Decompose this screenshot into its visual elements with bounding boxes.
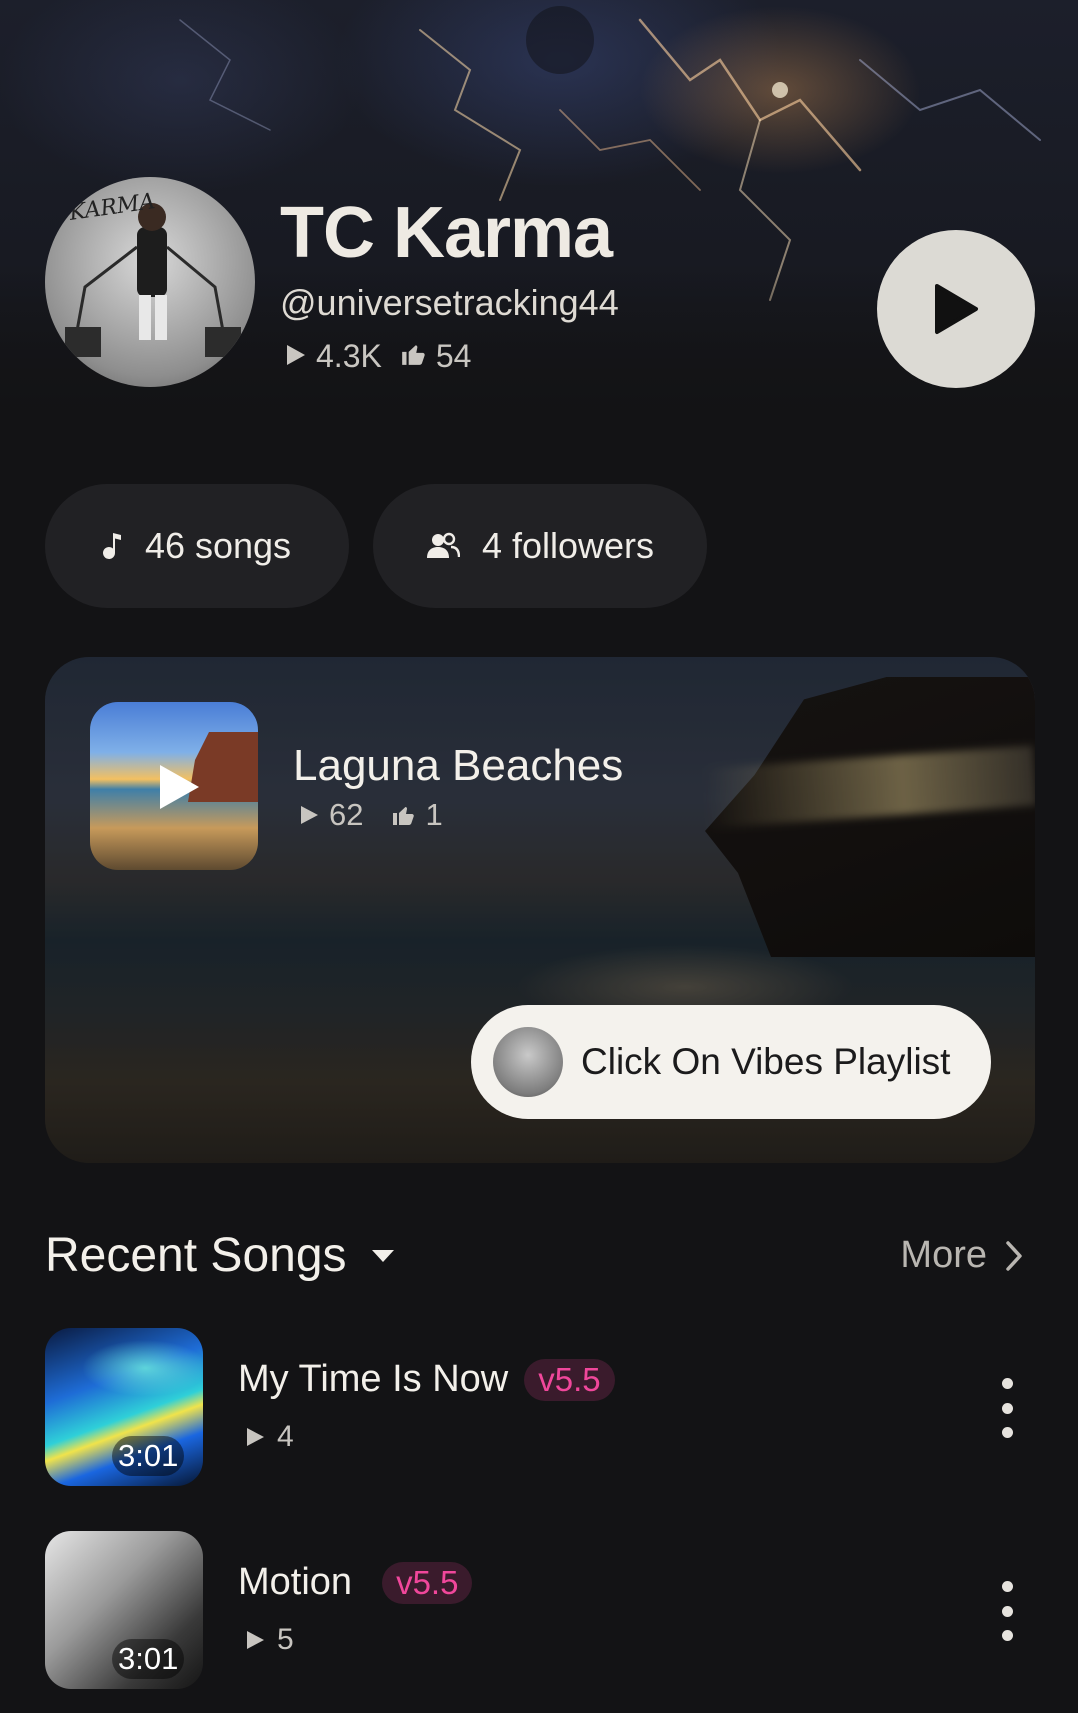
- more-label: More: [900, 1234, 987, 1276]
- more-songs-link[interactable]: More: [900, 1234, 1023, 1277]
- song-plays: 4: [245, 1420, 294, 1454]
- vibes-playlist-button[interactable]: Click On Vibes Playlist: [471, 1005, 991, 1119]
- songs-count-chip[interactable]: 46 songs: [45, 484, 349, 608]
- playlist-avatar: [493, 1027, 563, 1097]
- song-play-count: 4: [277, 1420, 294, 1453]
- artist-stats: 4.3K 54: [284, 338, 471, 375]
- featured-song-card[interactable]: Laguna Beaches 62 1 Click On Vibes Playl…: [45, 657, 1035, 1163]
- thumbs-up-icon: [391, 803, 415, 827]
- recent-songs-title: Recent Songs: [45, 1229, 347, 1282]
- play-icon: [160, 765, 199, 809]
- song-row[interactable]: 3:01 My Time Is Now v5.5 4: [45, 1328, 1035, 1486]
- song-plays: 5: [245, 1623, 294, 1657]
- chevron-right-icon: [1005, 1240, 1023, 1272]
- artist-handle: @universetracking44: [280, 282, 619, 323]
- users-icon: [426, 532, 460, 560]
- song-title-row[interactable]: Motion v5.5: [238, 1561, 473, 1604]
- artist-like-count: 54: [435, 338, 472, 374]
- song-duration: 3:01: [112, 1436, 185, 1476]
- song-title: My Time Is Now: [238, 1358, 509, 1400]
- featured-song-cover[interactable]: [90, 702, 258, 870]
- thumbs-up-icon: [400, 338, 426, 375]
- song-cover[interactable]: 3:01: [45, 1531, 203, 1689]
- followers-count-label: 4 followers: [481, 525, 655, 566]
- featured-play-count: 62: [329, 797, 364, 832]
- play-count-icon: [245, 1629, 265, 1651]
- song-duration: 3:01: [112, 1639, 185, 1679]
- caret-down-icon: [371, 1249, 395, 1263]
- songs-count-label: 46 songs: [144, 525, 292, 566]
- song-title: Motion: [238, 1561, 353, 1603]
- artist-name: TC Karma: [280, 193, 613, 273]
- featured-like-count: 1: [425, 797, 443, 832]
- vibes-playlist-label: Click On Vibes Playlist: [581, 1041, 951, 1082]
- kebab-menu-icon[interactable]: [987, 1378, 1027, 1438]
- song-cover[interactable]: 3:01: [45, 1328, 203, 1486]
- featured-song-title[interactable]: Laguna Beaches: [293, 741, 623, 791]
- kebab-menu-icon[interactable]: [987, 1581, 1027, 1641]
- song-title-row[interactable]: My Time Is Now v5.5: [238, 1358, 615, 1401]
- song-play-count: 5: [277, 1623, 294, 1656]
- play-count-icon: [284, 338, 306, 375]
- artist-play-count: 4.3K: [316, 338, 382, 374]
- recent-songs-dropdown[interactable]: Recent Songs: [45, 1228, 395, 1283]
- version-badge: v5.5: [382, 1561, 473, 1604]
- version-badge: v5.5: [524, 1358, 615, 1401]
- play-icon: [935, 284, 978, 334]
- play-count-icon: [299, 804, 319, 826]
- followers-count-chip[interactable]: 4 followers: [373, 484, 707, 608]
- featured-song-stats: 62 1: [299, 797, 443, 833]
- artist-avatar[interactable]: KARMA: [45, 177, 255, 387]
- play-count-icon: [245, 1426, 265, 1448]
- music-note-icon: [102, 531, 123, 561]
- song-row[interactable]: 3:01 Motion v5.5 5: [45, 1531, 1035, 1689]
- play-artist-button[interactable]: [877, 230, 1035, 388]
